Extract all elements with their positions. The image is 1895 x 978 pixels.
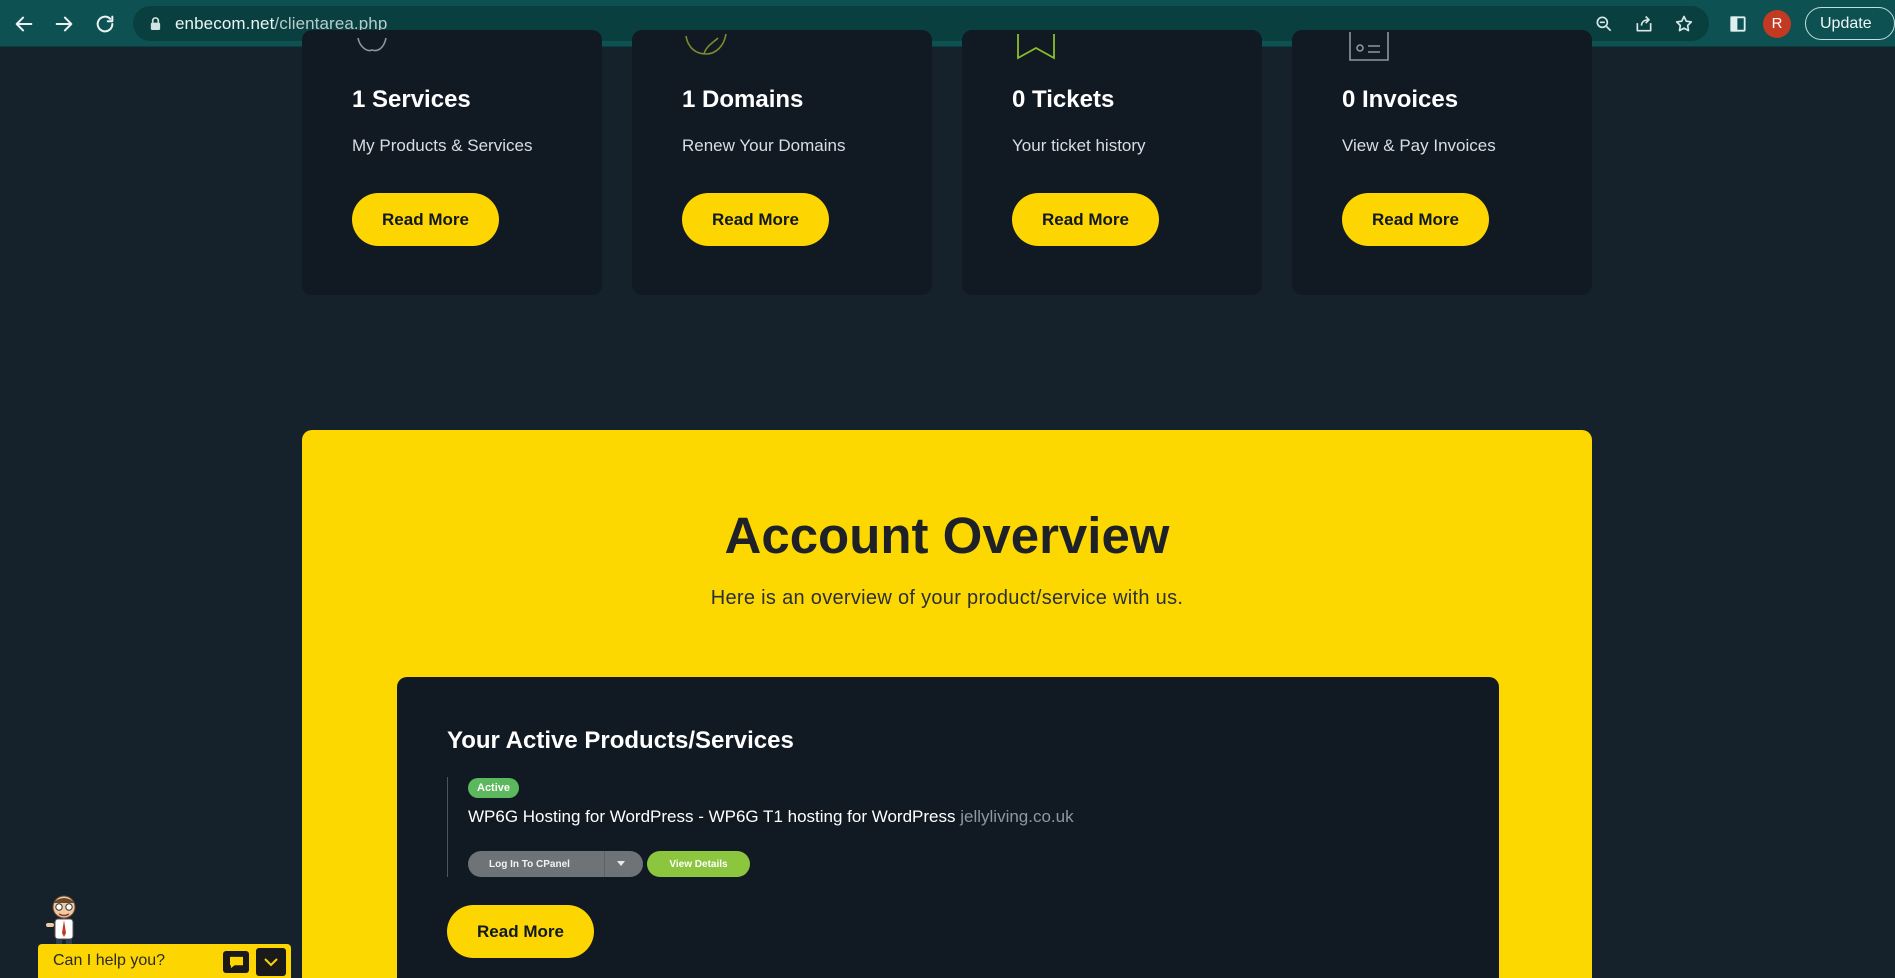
services-icon <box>357 37 387 52</box>
back-button[interactable] <box>4 0 44 47</box>
read-more-button[interactable]: Read More <box>1342 193 1489 246</box>
forward-button[interactable] <box>44 0 84 47</box>
stat-card-invoices: 0 Invoices View & Pay Invoices Read More <box>1292 30 1592 295</box>
product-title: WP6G Hosting for WordPress - WP6G T1 hos… <box>468 807 956 826</box>
read-more-button[interactable]: Read More <box>1012 193 1159 246</box>
stat-subtitle: Your ticket history <box>1012 136 1146 155</box>
product-item: Active WP6G Hosting for WordPress - WP6G… <box>447 777 1447 877</box>
stat-title: 0 Invoices <box>1342 86 1459 113</box>
back-icon <box>15 16 33 31</box>
active-products-panel: Your Active Products/Services Active WP6… <box>397 677 1499 978</box>
share-icon[interactable] <box>1633 13 1655 35</box>
forward-icon <box>55 16 73 31</box>
view-details-button[interactable]: View Details <box>647 851 750 877</box>
lock-icon <box>149 16 163 32</box>
chat-widget[interactable]: Can I help you? <box>38 944 291 978</box>
read-more-button[interactable]: Read More <box>447 905 594 958</box>
chat-prompt: Can I help you? <box>53 952 166 969</box>
zoom-icon[interactable] <box>1593 13 1615 35</box>
read-more-button[interactable]: Read More <box>682 193 829 246</box>
stat-title: 1 Domains <box>682 86 804 113</box>
invoice-icon <box>1349 32 1389 61</box>
divider <box>604 851 605 877</box>
stat-subtitle: View & Pay Invoices <box>1342 136 1496 155</box>
product-name: WP6G Hosting for WordPress - WP6G T1 hos… <box>468 807 1074 827</box>
stat-card-tickets: 0 Tickets Your ticket history Read More <box>962 30 1262 295</box>
overview-subtitle: Here is an overview of your product/serv… <box>710 587 1184 609</box>
browser-toolbar: enbecom.net/clientarea.php R Update <box>0 0 1895 47</box>
update-button[interactable]: Update <box>1805 7 1895 40</box>
stat-card-services: 1 Services My Products & Services Read M… <box>302 30 602 295</box>
side-panel-icon[interactable] <box>1727 13 1749 35</box>
stat-title: 0 Tickets <box>1012 86 1115 113</box>
status-badge: Active <box>468 778 520 798</box>
url-domain: enbecom.net <box>175 13 275 33</box>
stat-title: 1 Services <box>352 86 471 113</box>
stat-subtitle: Renew Your Domains <box>682 136 846 155</box>
product-domain: jellyliving.co.uk <box>960 807 1074 826</box>
reload-button[interactable] <box>85 0 125 47</box>
overview-title: Account Overview <box>724 507 1170 564</box>
stat-card-domains: 1 Domains Renew Your Domains Read More <box>632 30 932 295</box>
cpanel-label: Log In To CPanel <box>489 858 570 870</box>
chat-message-icon[interactable] <box>223 951 249 973</box>
chevron-down-icon[interactable] <box>617 861 625 866</box>
account-overview-section: Account Overview Here is an overview of … <box>302 430 1592 978</box>
star-icon[interactable] <box>1673 13 1695 35</box>
stat-subtitle: My Products & Services <box>352 136 533 155</box>
globe-icon <box>685 33 727 55</box>
chevron-down-icon[interactable] <box>256 948 286 976</box>
chat-mascot-icon[interactable] <box>44 893 84 951</box>
panel-title: Your Active Products/Services <box>447 727 794 754</box>
ribbon-icon <box>1017 34 1055 60</box>
cpanel-login-button[interactable]: Log In To CPanel <box>468 851 643 877</box>
read-more-button[interactable]: Read More <box>352 193 499 246</box>
reload-icon <box>96 15 114 32</box>
profile-avatar[interactable]: R <box>1763 9 1791 38</box>
